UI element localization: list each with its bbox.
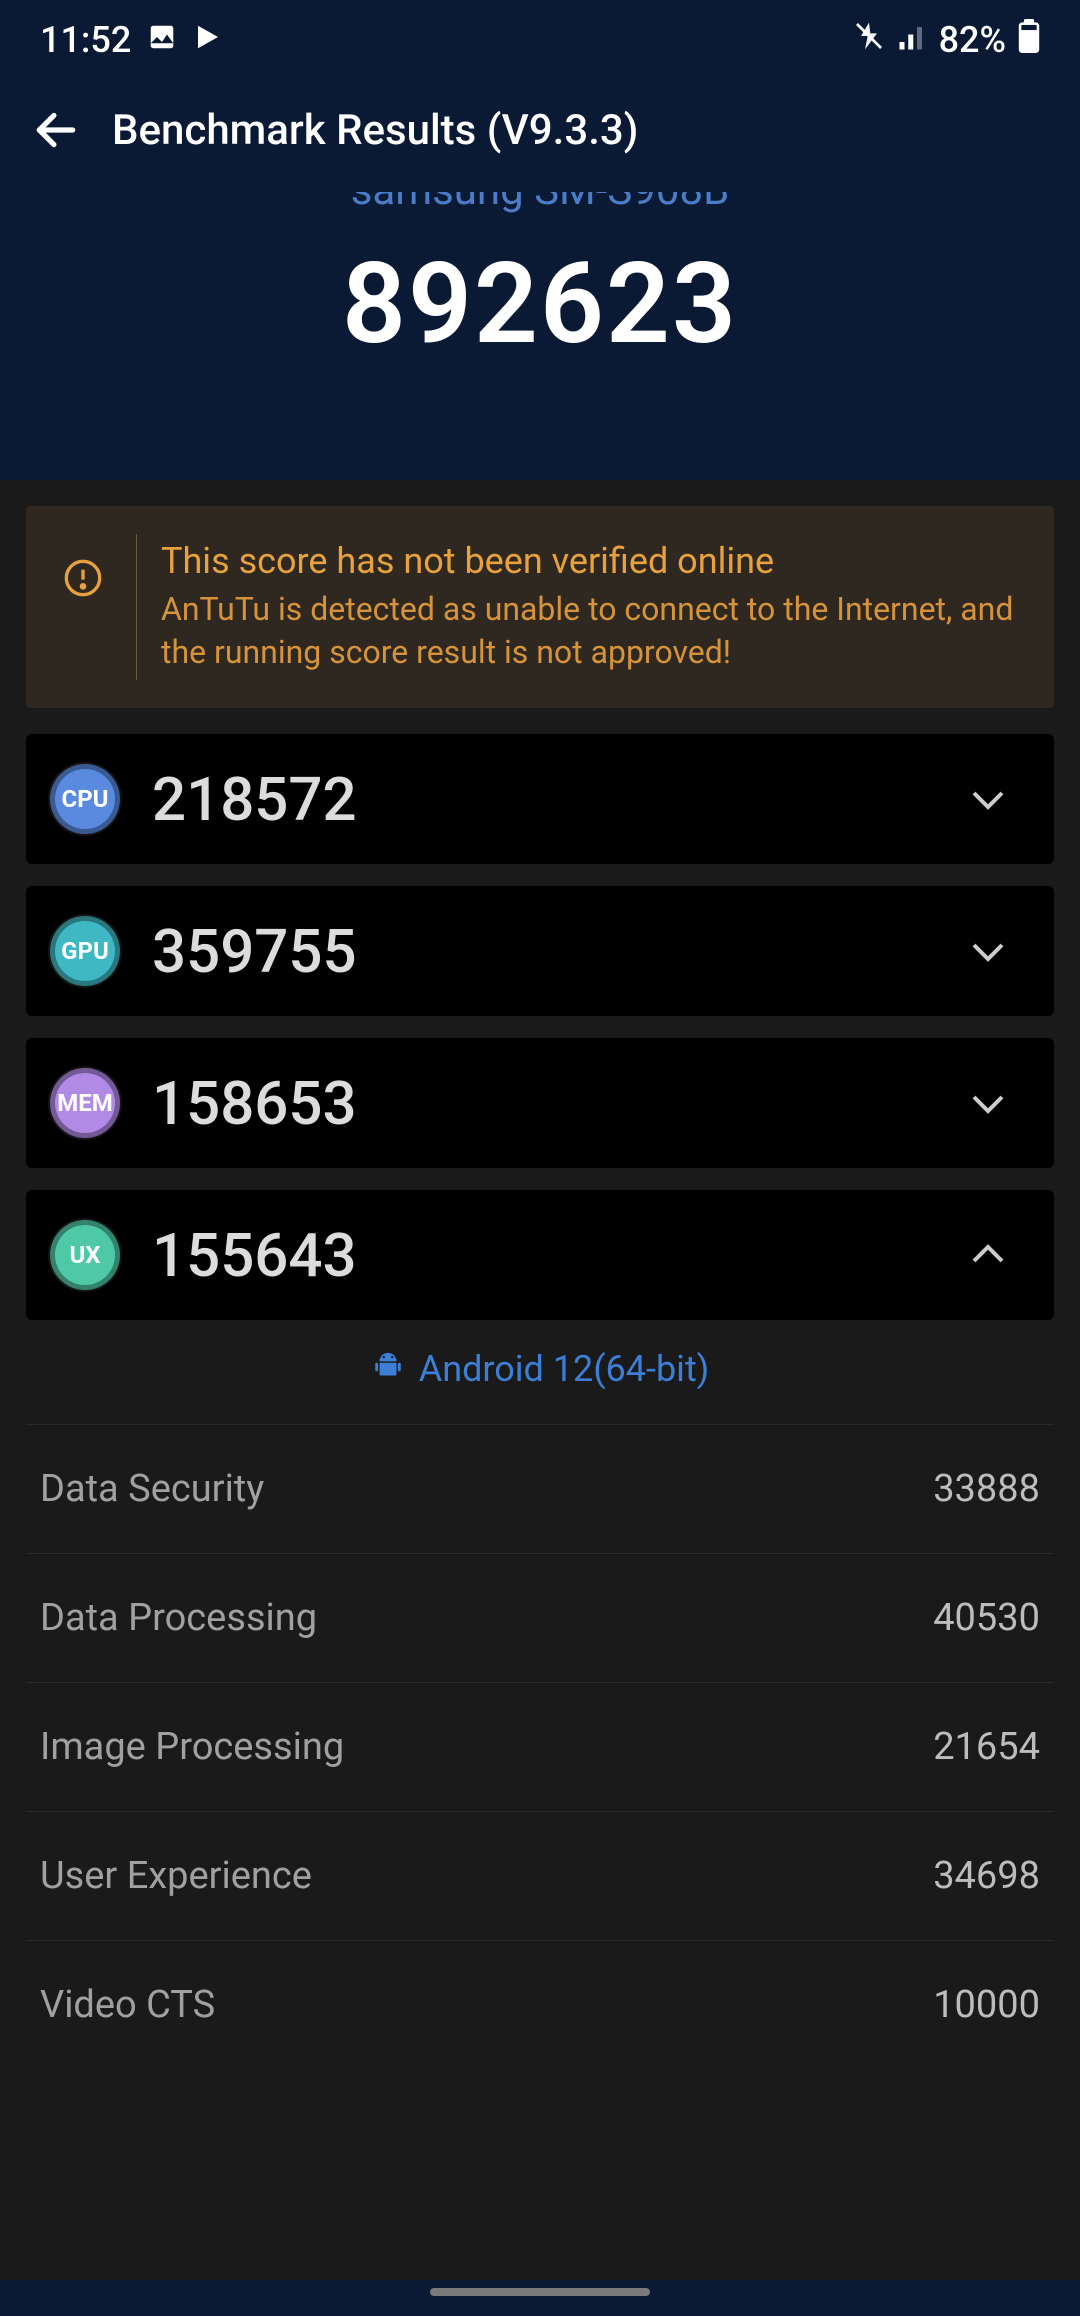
score-card-mem[interactable]: MEM 158653 bbox=[26, 1038, 1054, 1168]
warning-divider bbox=[136, 534, 137, 680]
warning-card: This score has not been verified online … bbox=[26, 506, 1054, 708]
vibrate-icon bbox=[853, 19, 885, 61]
status-left: 11:52 bbox=[40, 19, 223, 61]
cpu-score: 218572 bbox=[152, 764, 930, 835]
battery-percent: 82% bbox=[939, 19, 1006, 61]
android-icon bbox=[371, 1350, 405, 1388]
gpu-badge: GPU bbox=[50, 916, 120, 986]
cpu-badge: CPU bbox=[50, 764, 120, 834]
content-area: This score has not been verified online … bbox=[0, 480, 1080, 2280]
detail-value: 21654 bbox=[933, 1725, 1040, 1769]
warning-icon bbox=[63, 558, 103, 602]
signal-icon bbox=[897, 19, 927, 61]
warning-title: This score has not been verified online bbox=[161, 540, 1026, 582]
battery-icon bbox=[1018, 19, 1040, 62]
ux-badge: UX bbox=[50, 1220, 120, 1290]
detail-row-video-cts: Video CTS 10000 bbox=[26, 1940, 1054, 2069]
score-card-ux[interactable]: UX 155643 bbox=[26, 1190, 1054, 1320]
detail-label: Image Processing bbox=[40, 1725, 344, 1769]
chevron-up-icon bbox=[962, 1229, 1014, 1281]
detail-label: Data Processing bbox=[40, 1596, 317, 1640]
android-label: Android 12(64-bit) bbox=[419, 1348, 710, 1390]
status-right: 82% bbox=[853, 19, 1040, 62]
gallery-icon bbox=[147, 19, 177, 61]
warning-body: AnTuTu is detected as unable to connect … bbox=[161, 588, 1026, 674]
chevron-down-icon bbox=[962, 773, 1014, 825]
ux-score: 155643 bbox=[152, 1220, 930, 1291]
android-row: Android 12(64-bit) bbox=[26, 1320, 1054, 1424]
chevron-down-icon bbox=[962, 1077, 1014, 1129]
score-header: samsung SM-S908B 892623 bbox=[0, 166, 1080, 480]
detail-row-data-processing: Data Processing 40530 bbox=[26, 1553, 1054, 1682]
page-title: Benchmark Results (V9.3.3) bbox=[112, 106, 638, 155]
device-name: samsung SM-S908B bbox=[0, 166, 1080, 215]
total-score: 892623 bbox=[0, 239, 1080, 370]
detail-label: User Experience bbox=[40, 1854, 312, 1898]
detail-row-data-security: Data Security 33888 bbox=[26, 1424, 1054, 1553]
detail-label: Data Security bbox=[40, 1467, 264, 1511]
detail-row-user-experience: User Experience 34698 bbox=[26, 1811, 1054, 1940]
gpu-score: 359755 bbox=[152, 916, 930, 987]
clock: 11:52 bbox=[40, 19, 131, 61]
score-card-cpu[interactable]: CPU 218572 bbox=[26, 734, 1054, 864]
back-button[interactable] bbox=[30, 104, 82, 156]
score-card-gpu[interactable]: GPU 359755 bbox=[26, 886, 1054, 1016]
home-indicator[interactable] bbox=[430, 2288, 650, 2296]
mem-badge: MEM bbox=[50, 1068, 120, 1138]
mem-score: 158653 bbox=[152, 1068, 930, 1139]
status-bar: 11:52 82% bbox=[0, 0, 1080, 80]
chevron-down-icon bbox=[962, 925, 1014, 977]
detail-value: 34698 bbox=[933, 1854, 1040, 1898]
detail-value: 33888 bbox=[933, 1467, 1040, 1511]
detail-row-image-processing: Image Processing 21654 bbox=[26, 1682, 1054, 1811]
play-store-icon bbox=[193, 19, 223, 61]
detail-value: 40530 bbox=[933, 1596, 1040, 1640]
detail-value: 10000 bbox=[933, 1983, 1040, 2027]
detail-label: Video CTS bbox=[40, 1983, 215, 2027]
